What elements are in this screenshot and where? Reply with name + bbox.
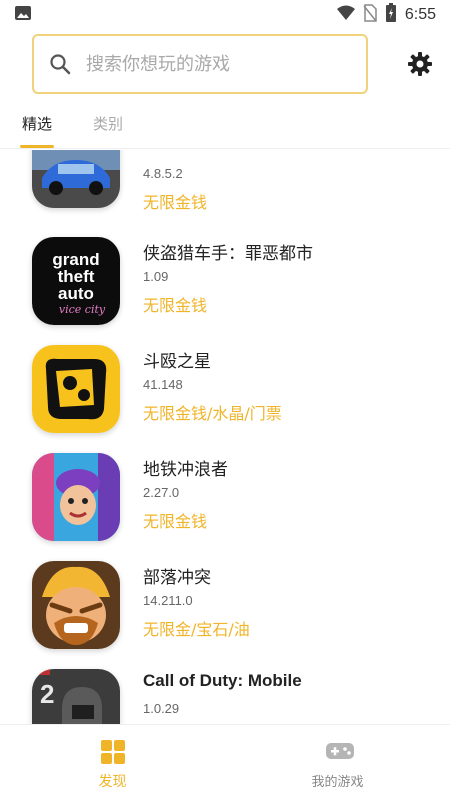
nav-my-games-label: 我的游戏	[311, 775, 364, 790]
game-item[interactable]: 2 Call of Duty: Mobile 1.0.29	[0, 669, 450, 724]
nav-discover[interactable]: 发现	[0, 725, 225, 800]
game-feature: 无限金钱/水晶/门票	[143, 404, 282, 423]
status-bar: 6:55	[0, 0, 450, 30]
tab-featured[interactable]: 精选	[22, 113, 52, 134]
game-item[interactable]: 4.8.5.2 无限金钱	[0, 150, 450, 242]
game-feature: 无限金/宝石/油	[143, 620, 250, 639]
clash-of-clans-icon[interactable]	[32, 561, 120, 649]
svg-text:auto: auto	[58, 284, 94, 303]
search-icon	[48, 52, 72, 76]
bottom-nav: 发现 我的游戏	[0, 724, 450, 800]
svg-text:2: 2	[40, 679, 54, 709]
tab-bar: 精选 类别	[0, 105, 450, 149]
no-sim-icon	[363, 4, 377, 26]
game-version: 41.148	[143, 377, 183, 392]
nav-discover-label: 发现	[98, 774, 127, 790]
search-input[interactable]	[86, 53, 346, 75]
nav-my-games[interactable]: 我的游戏	[225, 725, 450, 800]
game-feature: 无限金钱	[143, 512, 208, 531]
header	[0, 30, 450, 100]
settings-button[interactable]	[404, 50, 436, 82]
car-parking-icon[interactable]	[32, 150, 120, 208]
battery-icon	[385, 3, 397, 27]
wifi-icon	[336, 5, 355, 25]
game-title: 斗殴之星	[143, 352, 211, 372]
game-item[interactable]: 地铁冲浪者 2.27.0 无限金钱	[0, 453, 450, 561]
image-icon	[14, 5, 32, 25]
game-item[interactable]: 部落冲突 14.211.0 无限金/宝石/油	[0, 561, 450, 669]
game-title: 部落冲突	[143, 568, 211, 588]
game-feature: 无限金钱	[143, 296, 208, 315]
game-version: 2.27.0	[143, 485, 180, 500]
active-tab-indicator	[20, 145, 54, 148]
status-time: 6:55	[404, 6, 436, 23]
search-box[interactable]	[32, 34, 368, 94]
brawl-stars-icon[interactable]	[32, 345, 120, 433]
game-item[interactable]: grand theft auto vice city 侠盗猎车手：罪恶都市 1.…	[0, 237, 450, 345]
game-version: 4.8.5.2	[143, 166, 183, 181]
svg-text:vice city: vice city	[59, 303, 106, 316]
game-version: 14.211.0	[143, 593, 193, 608]
subway-surfers-icon[interactable]	[32, 453, 120, 541]
gear-icon	[407, 51, 433, 81]
gta-vice-city-icon[interactable]: grand theft auto vice city	[32, 237, 120, 325]
gamepad-icon	[325, 739, 354, 765]
game-title: Call of Duty: Mobile	[143, 671, 302, 690]
game-title: 地铁冲浪者	[143, 460, 228, 480]
game-version: 1.09	[143, 269, 169, 284]
game-version: 1.0.29	[143, 701, 180, 716]
discover-grid-icon	[100, 739, 126, 765]
game-title: 侠盗猎车手：罪恶都市	[143, 244, 313, 264]
game-feature: 无限金钱	[143, 193, 208, 212]
tab-categories[interactable]: 类别	[93, 113, 123, 134]
game-list[interactable]: 4.8.5.2 无限金钱 grand theft auto vice city …	[0, 150, 450, 724]
game-item[interactable]: 斗殴之星 41.148 无限金钱/水晶/门票	[0, 345, 450, 453]
call-of-duty-icon[interactable]: 2	[32, 669, 120, 724]
